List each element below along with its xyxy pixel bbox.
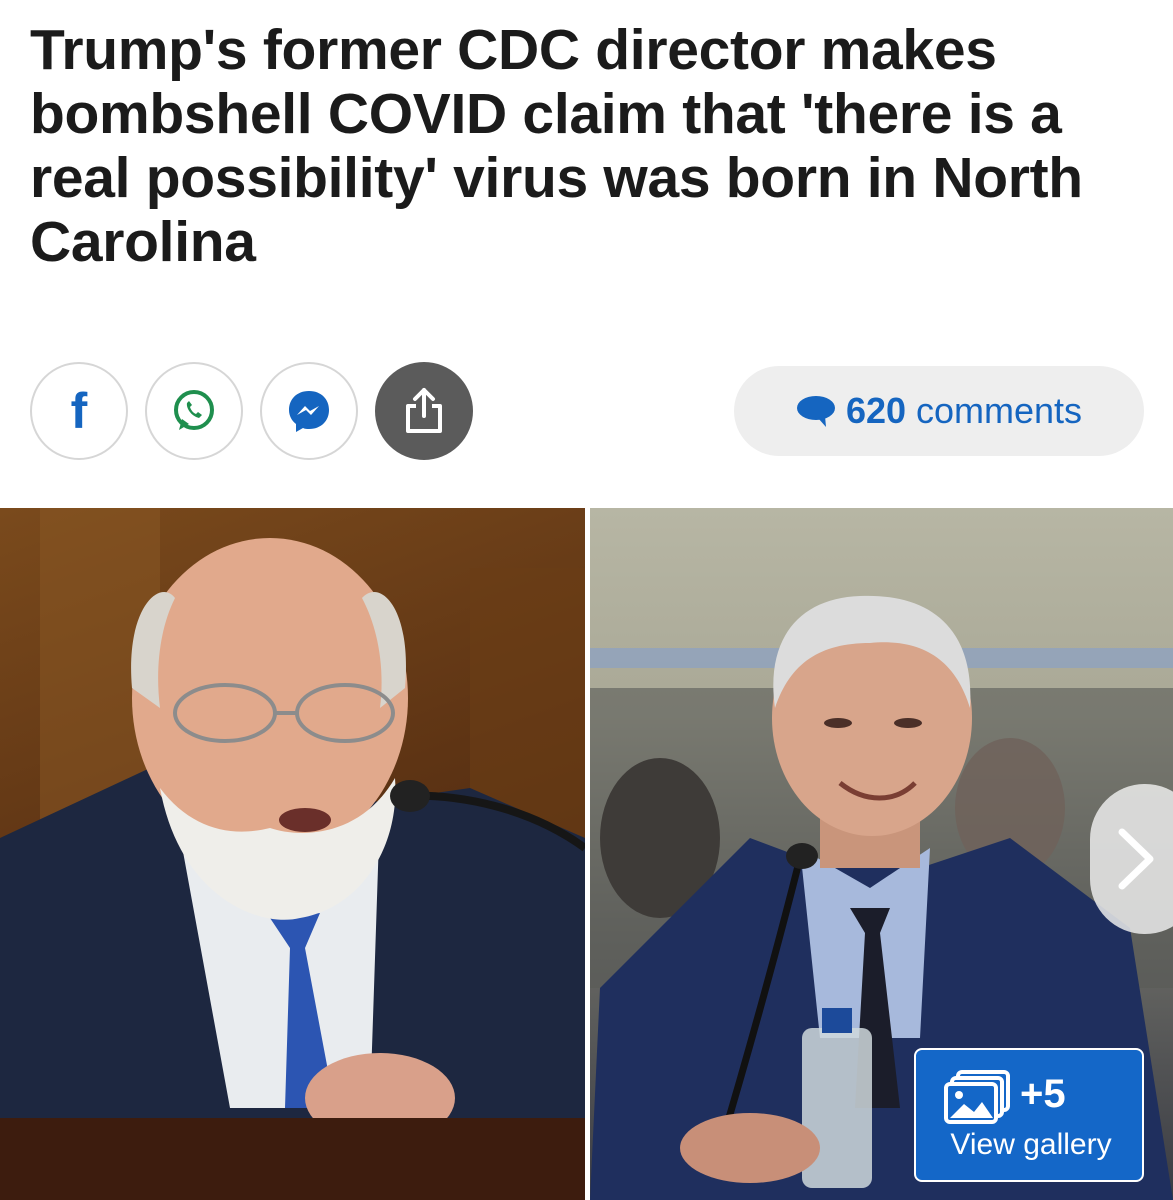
speech-bubble-icon bbox=[796, 396, 835, 427]
whatsapp-icon bbox=[174, 390, 214, 430]
photo-robert-redfield bbox=[0, 508, 585, 1200]
view-gallery-label: View gallery bbox=[950, 1128, 1112, 1161]
gallery-next-button[interactable] bbox=[1090, 784, 1173, 934]
comments-label: comments bbox=[916, 390, 1083, 431]
messenger-icon bbox=[289, 391, 329, 432]
gallery-count: +5 bbox=[1020, 1072, 1066, 1116]
comments-button[interactable]: 620 comments bbox=[734, 366, 1144, 456]
share-icon bbox=[406, 388, 442, 433]
facebook-share-button[interactable]: f bbox=[30, 362, 128, 460]
messenger-share-button[interactable] bbox=[260, 362, 358, 460]
comment-count: 620 bbox=[845, 390, 907, 431]
gallery-icon bbox=[944, 1070, 1010, 1124]
share-button[interactable] bbox=[375, 362, 473, 460]
whatsapp-share-button[interactable] bbox=[145, 362, 243, 460]
article-headline: Trump's former CDC director makes bombsh… bbox=[30, 18, 1083, 274]
chevron-right-icon bbox=[1118, 828, 1154, 890]
view-gallery-button[interactable]: +5 View gallery bbox=[914, 1048, 1144, 1182]
facebook-icon: f bbox=[70, 383, 88, 439]
